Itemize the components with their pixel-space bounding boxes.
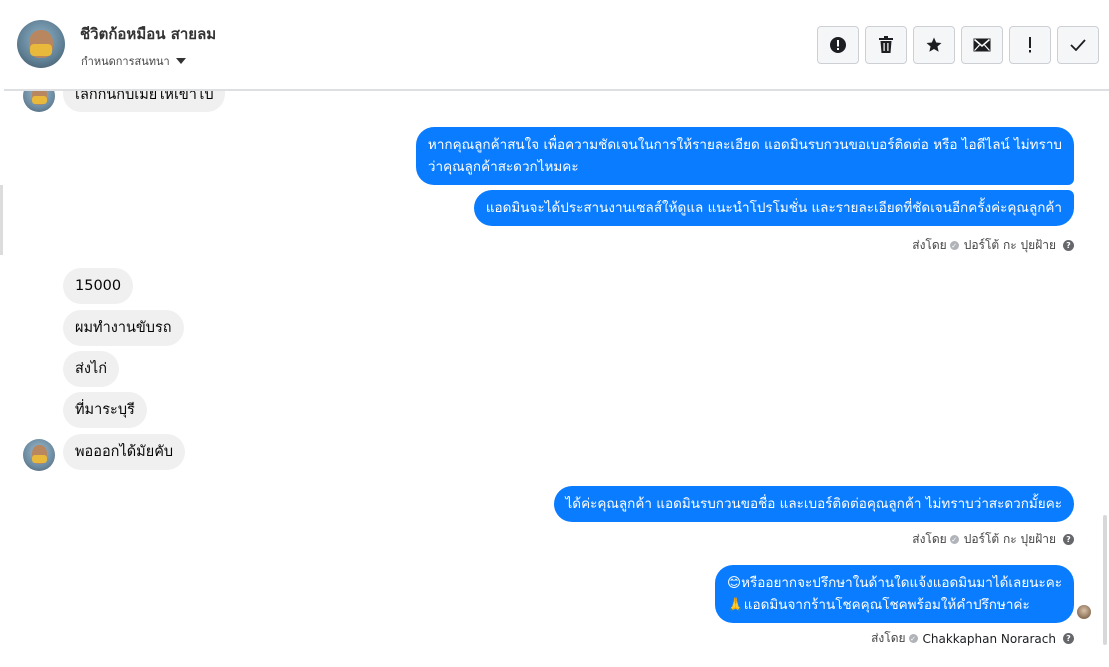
help-icon[interactable]: ? bbox=[1063, 534, 1074, 545]
customer-message[interactable]: ผมทำงานขับรถ bbox=[63, 310, 184, 346]
delete-button[interactable] bbox=[865, 26, 907, 64]
exclamation-icon bbox=[1029, 37, 1031, 53]
customer-message[interactable]: 15000 bbox=[63, 268, 134, 304]
sent-by-info: ส่งโดย ✓ ปอร์โต้ กะ ปุยฝ้าย ? bbox=[912, 236, 1074, 255]
agent-name[interactable]: Chakkaphan Norarach bbox=[923, 632, 1056, 646]
agent-name[interactable]: ปอร์โต้ กะ ปุยฝ้าย bbox=[964, 530, 1056, 549]
spam-button[interactable] bbox=[1009, 26, 1051, 64]
star-icon bbox=[926, 37, 942, 52]
contact-avatar[interactable] bbox=[17, 20, 65, 68]
star-button[interactable] bbox=[913, 26, 955, 64]
sent-by-label: ส่งโดย bbox=[912, 238, 947, 252]
seen-avatar bbox=[1077, 605, 1091, 619]
help-icon[interactable]: ? bbox=[1063, 633, 1074, 644]
scrollbar[interactable] bbox=[1103, 515, 1107, 645]
sent-by-info: ส่งโดย ✓ ปอร์โต้ กะ ปุยฝ้าย ? bbox=[912, 530, 1074, 549]
help-icon[interactable]: ? bbox=[1063, 240, 1074, 251]
avatar-mask bbox=[32, 96, 47, 104]
admin-message[interactable]: หากคุณลูกค้าสนใจ เพื่อความชัดเจนในการให้… bbox=[415, 127, 1074, 185]
customer-message[interactable]: ที่มาระบุรี bbox=[63, 392, 147, 428]
alert-circle-icon bbox=[830, 37, 846, 53]
contact-name[interactable]: ชีวิตก้อหมือน สายลม bbox=[80, 22, 216, 46]
verified-icon: ✓ bbox=[949, 535, 959, 544]
avatar-mask bbox=[30, 44, 52, 56]
message-line: 🙏แอดมินจากร้านโชคคุณโชคพร้อมให้คำปรึกษาค… bbox=[727, 597, 1030, 613]
verified-icon: ✓ bbox=[908, 634, 918, 643]
message-line: ได้ค่ะคุณลูกค้า แอดมินรบกวนขอชื่อ และเบอ… bbox=[565, 496, 1062, 512]
conversation-header: ชีวิตก้อหมือน สายลม กำหนดการสนทนา bbox=[4, 0, 1109, 90]
mark-done-button[interactable] bbox=[1057, 26, 1099, 64]
schedule-label: กำหนดการสนทนา bbox=[81, 55, 170, 68]
report-button[interactable] bbox=[817, 26, 859, 64]
admin-message[interactable]: 😊หรืออยากจะปรึกษาในด้านใดแจ้งแอดมินมาได้… bbox=[715, 565, 1074, 623]
message-line: ว่าคุณลูกค้าสะดวกไหมคะ bbox=[427, 159, 579, 175]
sent-by-label: ส่งโดย bbox=[871, 631, 906, 645]
header-divider bbox=[4, 90, 1109, 91]
agent-name[interactable]: ปอร์โต้ กะ ปุยฝ้าย bbox=[964, 236, 1056, 255]
sent-by-info: ส่งโดย ✓ Chakkaphan Norarach ? bbox=[871, 629, 1074, 648]
customer-message[interactable]: ส่งไก่ bbox=[63, 351, 120, 387]
check-icon bbox=[1070, 39, 1086, 51]
conversation-schedule-dropdown[interactable]: กำหนดการสนทนา bbox=[81, 52, 186, 70]
message-line: แอดมินจะได้ประสานงานเซลส์ให้ดูแล แนะนำโป… bbox=[485, 200, 1062, 216]
action-toolbar bbox=[817, 26, 1099, 64]
envelope-icon bbox=[973, 38, 991, 52]
verified-icon: ✓ bbox=[949, 241, 959, 250]
admin-message[interactable]: แอดมินจะได้ประสานงานเซลส์ให้ดูแล แนะนำโป… bbox=[473, 190, 1074, 226]
admin-message[interactable]: ได้ค่ะคุณลูกค้า แอดมินรบกวนขอชื่อ และเบอ… bbox=[553, 486, 1074, 522]
sent-by-label: ส่งโดย bbox=[912, 532, 947, 546]
customer-message[interactable]: พอออกได้มัยคับ bbox=[63, 434, 186, 470]
message-line: หากคุณลูกค้าสนใจ เพื่อความชัดเจนในการให้… bbox=[427, 137, 1062, 153]
avatar-mask bbox=[32, 455, 47, 463]
chevron-down-icon bbox=[175, 58, 186, 64]
mark-unread-button[interactable] bbox=[961, 26, 1003, 64]
trash-icon bbox=[879, 36, 893, 53]
message-line: 😊หรืออยากจะปรึกษาในด้านใดแจ้งแอดมินมาได้… bbox=[727, 575, 1062, 591]
customer-avatar bbox=[23, 439, 55, 471]
panel-divider bbox=[0, 185, 3, 255]
